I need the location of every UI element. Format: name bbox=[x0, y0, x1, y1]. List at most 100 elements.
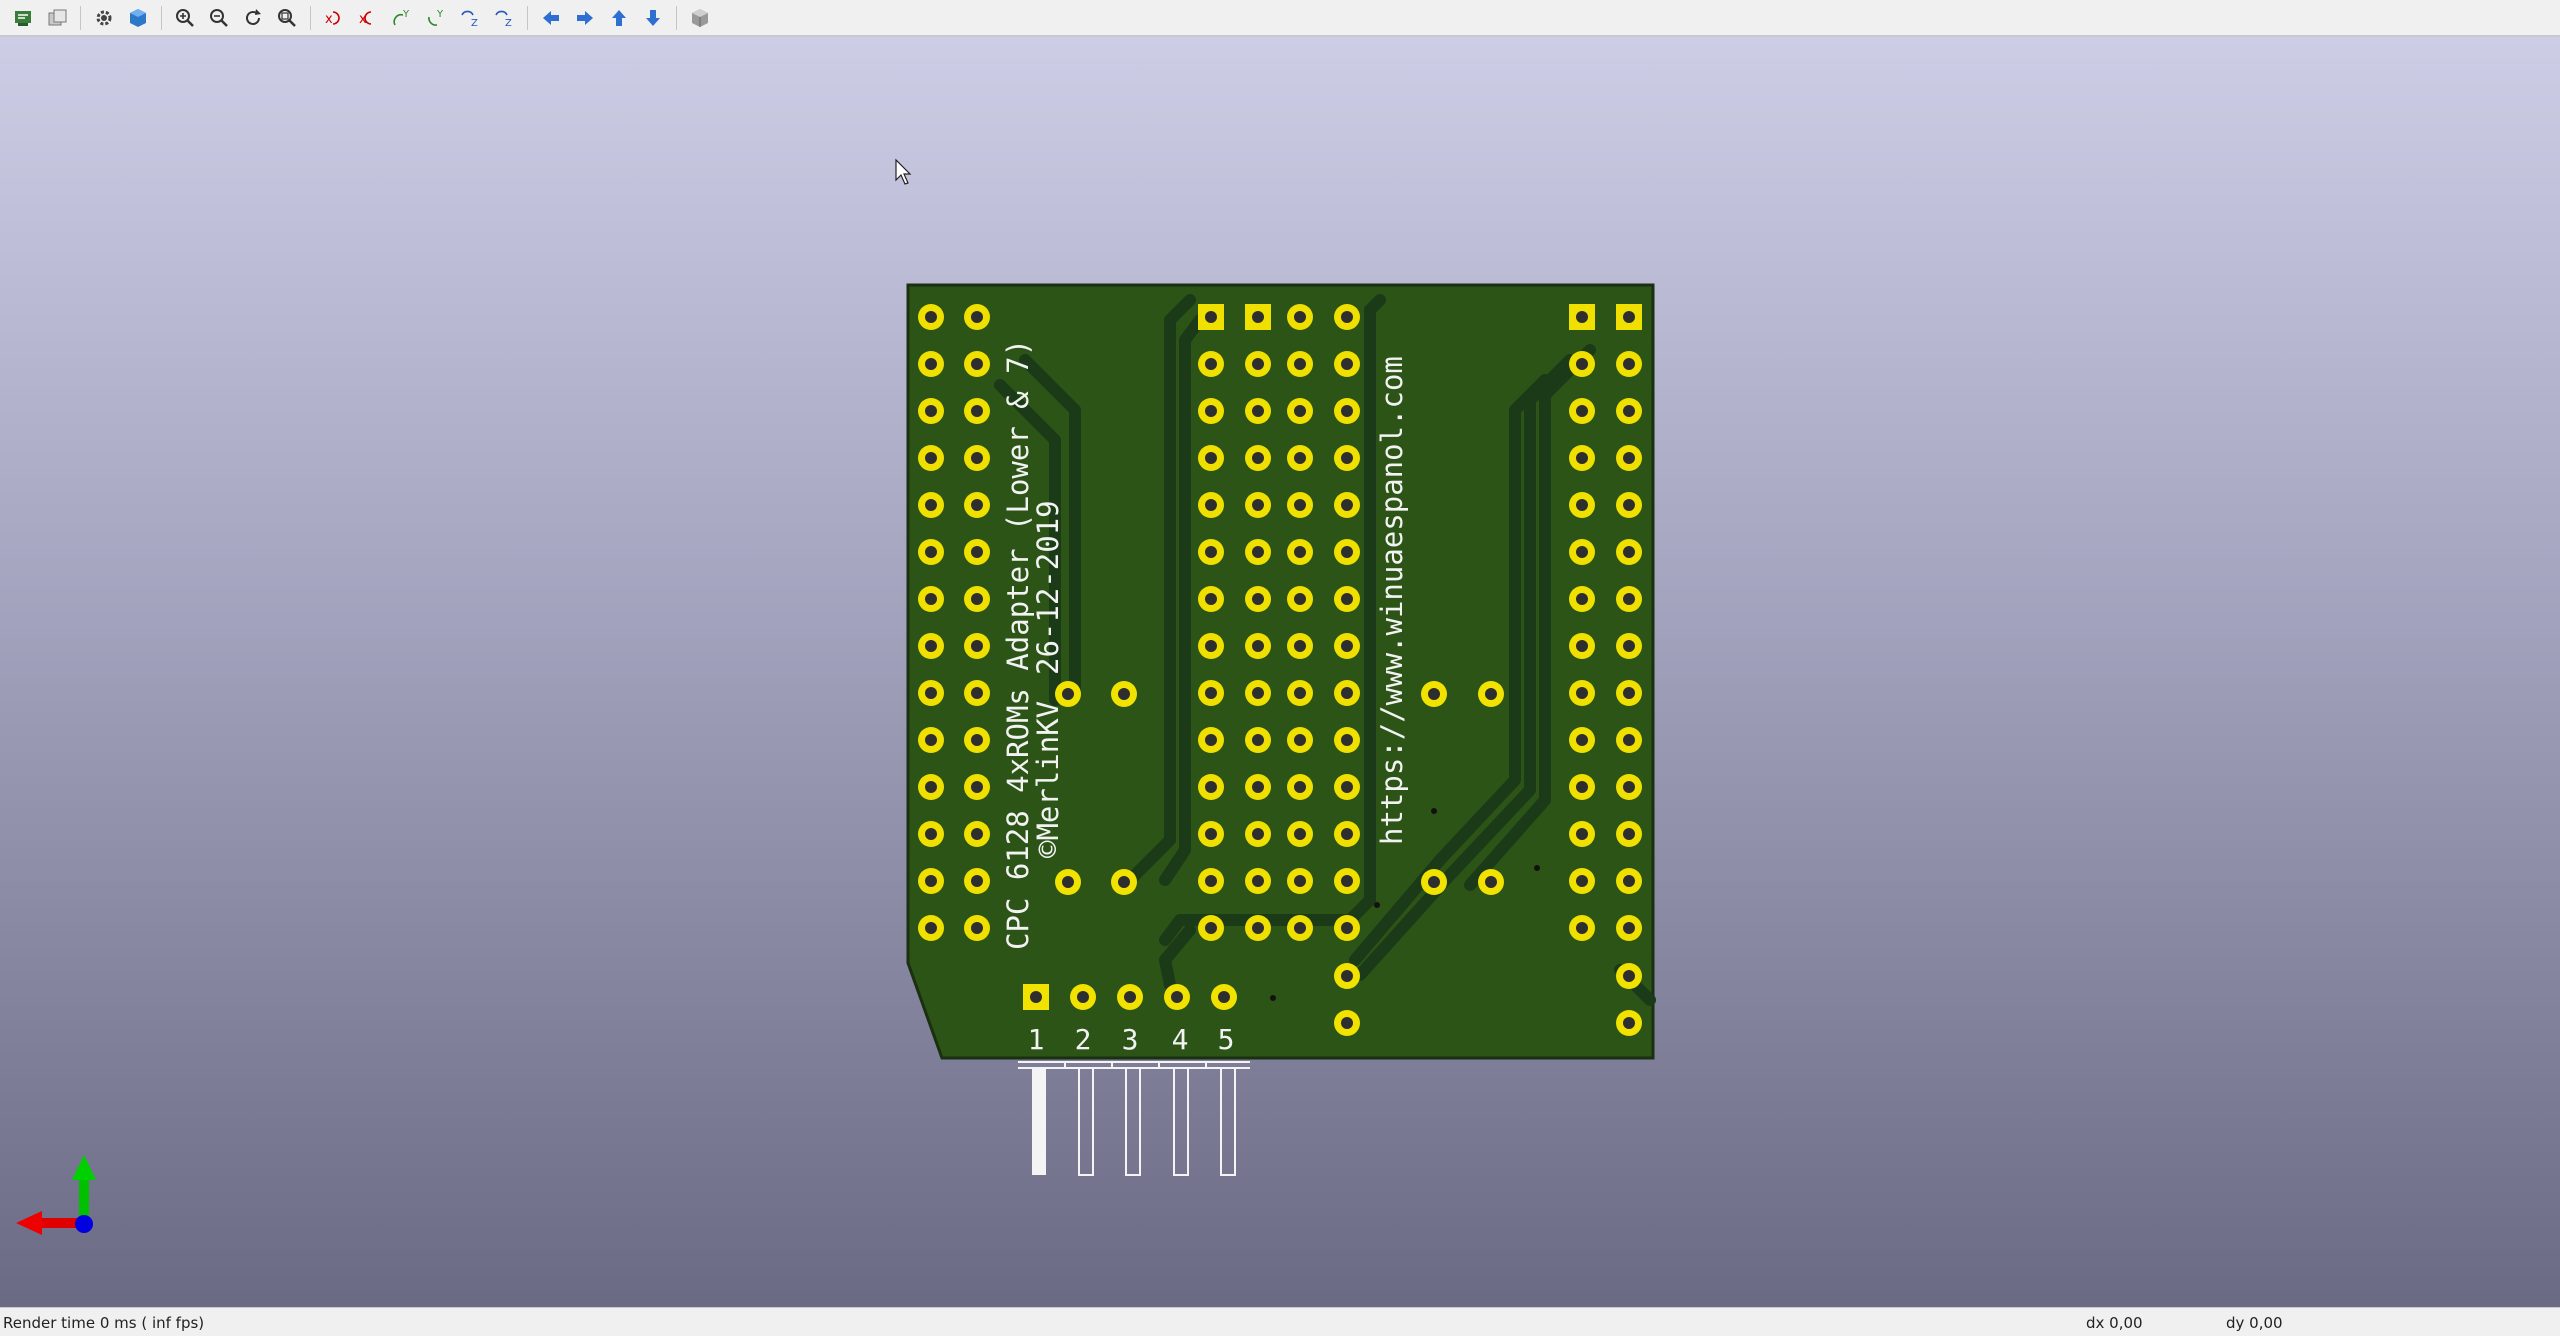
socket-pad bbox=[1198, 586, 1224, 612]
redraw-button[interactable] bbox=[238, 3, 268, 33]
header-pad bbox=[918, 586, 944, 612]
header-pad bbox=[1569, 680, 1595, 706]
header-pad bbox=[1569, 445, 1595, 471]
pcb-board: CPC 6128 4xROMs Adapter (Lower & 7) 26-1… bbox=[906, 283, 1656, 1060]
rotate-z-ccw-button[interactable]: Z bbox=[489, 3, 519, 33]
header-pad bbox=[1569, 774, 1595, 800]
socket-pad bbox=[1198, 304, 1224, 330]
socket-pad bbox=[1334, 398, 1360, 424]
header-pad bbox=[964, 539, 990, 565]
ortho-perspective-button[interactable] bbox=[685, 3, 715, 33]
zoom-fit-icon bbox=[278, 8, 296, 27]
toolbar-separator bbox=[80, 5, 81, 30]
header-pad bbox=[1569, 586, 1595, 612]
socket-pad bbox=[1334, 915, 1360, 941]
header-pad bbox=[918, 492, 944, 518]
silkscreen-title: CPC 6128 4xROMs Adapter (Lower & 7) bbox=[1001, 339, 1035, 950]
copy-3d-image-button[interactable] bbox=[42, 3, 72, 33]
3d-viewport[interactable]: CPC 6128 4xROMs Adapter (Lower & 7) 26-1… bbox=[0, 37, 2560, 1307]
display-options-button[interactable] bbox=[89, 3, 119, 33]
header-pad bbox=[918, 774, 944, 800]
header-pad bbox=[964, 868, 990, 894]
ortho-cube-icon bbox=[692, 8, 708, 27]
header-pad bbox=[1616, 633, 1642, 659]
header-pad bbox=[1616, 774, 1642, 800]
socket-pad bbox=[1245, 586, 1271, 612]
move-down-button[interactable] bbox=[638, 3, 668, 33]
3d-canvas[interactable]: CPC 6128 4xROMs Adapter (Lower & 7) 26-1… bbox=[0, 37, 2560, 1307]
socket-pad bbox=[1334, 633, 1360, 659]
move-right-button[interactable] bbox=[570, 3, 600, 33]
refresh-icon bbox=[246, 8, 261, 25]
header-pad bbox=[1569, 915, 1595, 941]
rotate-x-cw-button[interactable]: x bbox=[319, 3, 349, 33]
header-pad bbox=[1616, 586, 1642, 612]
move-left-button[interactable] bbox=[536, 3, 566, 33]
header-pad bbox=[918, 445, 944, 471]
header-pad bbox=[1569, 727, 1595, 753]
socket-pad bbox=[1334, 680, 1360, 706]
header-pad bbox=[964, 445, 990, 471]
rotate-z-cw-button[interactable]: Z bbox=[455, 3, 485, 33]
zoom-fit-button[interactable] bbox=[272, 3, 302, 33]
header-pad bbox=[918, 304, 944, 330]
header-pad bbox=[964, 727, 990, 753]
mouse-cursor-icon bbox=[895, 158, 912, 185]
socket-pad bbox=[1198, 633, 1224, 659]
header-pad bbox=[1569, 868, 1595, 894]
socket-pad bbox=[1245, 868, 1271, 894]
header-pad bbox=[918, 821, 944, 847]
socket-pad bbox=[1198, 868, 1224, 894]
header-pad bbox=[1616, 821, 1642, 847]
pin-label-3: 3 bbox=[1122, 1023, 1139, 1056]
svg-text:Z: Z bbox=[471, 18, 478, 29]
raytracing-toggle-button[interactable] bbox=[123, 3, 153, 33]
header-pad bbox=[1616, 304, 1642, 330]
rotate-x-ccw-button[interactable]: x bbox=[353, 3, 383, 33]
header-pad bbox=[918, 398, 944, 424]
socket-pad bbox=[1287, 868, 1313, 894]
socket-pad bbox=[1287, 304, 1313, 330]
socket-pad bbox=[1287, 915, 1313, 941]
header-pad bbox=[964, 680, 990, 706]
header-pad bbox=[1616, 492, 1642, 518]
socket-pad bbox=[1245, 915, 1271, 941]
socket-pad bbox=[1198, 680, 1224, 706]
reload-board-button[interactable] bbox=[8, 3, 38, 33]
socket-pad bbox=[1198, 351, 1224, 377]
header-pad bbox=[918, 868, 944, 894]
socket-pad bbox=[1198, 398, 1224, 424]
silkscreen-url: https://www.winuaespanol.com bbox=[1375, 356, 1409, 845]
status-bar: Render time 0 ms ( inf fps) dx 0,00 dy 0… bbox=[0, 1307, 2560, 1336]
socket-pad bbox=[1334, 868, 1360, 894]
socket-pad bbox=[1287, 727, 1313, 753]
rotate-y-cw-button[interactable]: Y bbox=[387, 3, 417, 33]
socket-pad bbox=[1245, 680, 1271, 706]
rotate-y-ccw-icon: Y bbox=[428, 9, 444, 26]
header-pad bbox=[964, 351, 990, 377]
socket-pad bbox=[1245, 492, 1271, 518]
pin-label-4: 4 bbox=[1172, 1023, 1189, 1056]
zoom-in-icon bbox=[176, 8, 194, 27]
render-time-status: Render time 0 ms ( inf fps) bbox=[3, 1314, 205, 1332]
header-pad bbox=[964, 304, 990, 330]
socket-pad bbox=[1334, 445, 1360, 471]
rotate-x-ccw-icon: x bbox=[359, 10, 372, 27]
socket-pad bbox=[1334, 821, 1360, 847]
socket-pad bbox=[1287, 586, 1313, 612]
header-pad bbox=[1569, 492, 1595, 518]
zoom-out-button[interactable] bbox=[204, 3, 234, 33]
zoom-in-button[interactable] bbox=[170, 3, 200, 33]
rotate-y-ccw-button[interactable]: Y bbox=[421, 3, 451, 33]
socket-pad bbox=[1334, 586, 1360, 612]
header-pad bbox=[964, 586, 990, 612]
socket-pad bbox=[1198, 915, 1224, 941]
header-pad bbox=[964, 633, 990, 659]
socket-pad bbox=[1334, 351, 1360, 377]
svg-text:x: x bbox=[325, 12, 333, 27]
socket-pad bbox=[1334, 304, 1360, 330]
move-up-button[interactable] bbox=[604, 3, 634, 33]
toolbar-separator bbox=[161, 5, 162, 30]
socket-pad bbox=[1287, 351, 1313, 377]
toolbar-separator bbox=[310, 5, 311, 30]
